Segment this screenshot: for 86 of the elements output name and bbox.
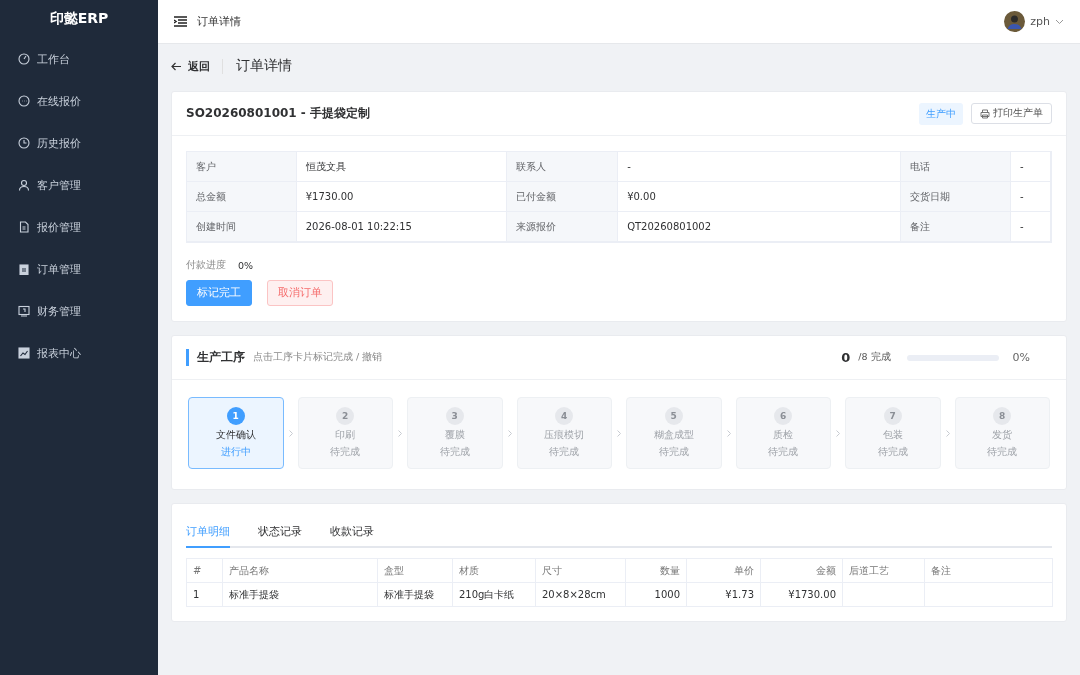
info-value: ¥0.00: [618, 182, 902, 212]
info-label: 创建时间: [187, 212, 297, 242]
step-number: 5: [664, 407, 683, 425]
table-cell: 标准手提袋: [222, 582, 378, 607]
table-cell: ¥1730.00: [760, 582, 843, 607]
step-status: 进行中: [220, 445, 251, 459]
info-label: 已付金额: [506, 182, 619, 212]
info-label: 客户: [187, 152, 297, 182]
step-status: 待完成: [768, 445, 799, 459]
column-header: 产品名称: [222, 558, 378, 583]
column-header: 数量: [625, 558, 687, 583]
step-status: 待完成: [330, 445, 361, 459]
step-status: 待完成: [877, 445, 908, 459]
step-status: 待完成: [987, 445, 1018, 459]
column-header: 盒型: [377, 558, 453, 583]
step-status: 待完成: [658, 445, 689, 459]
step-name: 印刷: [335, 428, 356, 442]
print-button[interactable]: 打印生产单: [971, 103, 1052, 124]
step-number: 4: [555, 407, 574, 425]
total-count: /8 完成: [858, 351, 891, 364]
info-value: 恒茂文具: [296, 152, 507, 182]
step-status: 待完成: [439, 445, 470, 459]
sidebar-item[interactable]: 财务管理: [0, 290, 158, 332]
header-title: 订单详情: [197, 14, 242, 29]
info-value: -: [1010, 152, 1051, 182]
section-title: 生产工序: [186, 349, 245, 366]
progress-reading: 0%: [1012, 351, 1030, 364]
table-cell: 20×8×28cm: [535, 582, 626, 607]
section-hint: 点击工序卡片标记完成 / 撤销: [253, 351, 384, 364]
info-label: 备注: [901, 212, 1011, 242]
table-cell: 标准手提袋: [377, 582, 453, 607]
order-title: SO20260801001 - 手提袋定制: [186, 105, 372, 122]
step-number: 2: [336, 407, 355, 425]
step-number: 1: [226, 407, 245, 425]
table-cell: 1: [186, 582, 223, 607]
info-value: QT20260801002: [618, 212, 902, 242]
step-number: 7: [883, 407, 902, 425]
done-count: 0: [841, 350, 851, 365]
step-name: 发货: [992, 428, 1013, 442]
column-header: 材质: [452, 558, 536, 583]
payment-label: 付款进度: [186, 259, 226, 272]
page-title: 订单详情: [236, 57, 292, 75]
user-name[interactable]: zph: [1030, 15, 1050, 28]
info-value: -: [1010, 212, 1051, 242]
app-logo: 印懿ERP: [48, 9, 110, 28]
table-cell: ¥1.73: [686, 582, 761, 607]
step-name: 文件确认: [215, 428, 256, 442]
step-card[interactable]: 1 文件确认 进行中: [188, 397, 284, 469]
sidebar-item[interactable]: 报价管理: [0, 206, 158, 248]
payment-reading: 0%: [238, 260, 254, 271]
step-number: 6: [774, 407, 793, 425]
step-status: 待完成: [549, 445, 580, 459]
column-header: 备注: [924, 558, 1053, 583]
info-label: 联系人: [506, 152, 619, 182]
column-header: 单价: [686, 558, 761, 583]
sidebar-item[interactable]: 工作台: [0, 38, 158, 80]
sidebar-item[interactable]: 历史报价: [0, 122, 158, 164]
info-value: 2026-08-01 10:22:15: [296, 212, 507, 242]
sidebar-item[interactable]: 客户管理: [0, 164, 158, 206]
sidebar-item[interactable]: 报表中心: [0, 332, 158, 374]
step-name: 覆膜: [444, 428, 465, 442]
column-header: 尺寸: [535, 558, 626, 583]
step-name: 包装: [882, 428, 903, 442]
info-value: -: [618, 152, 902, 182]
table-cell: 1000: [625, 582, 687, 607]
info-label: 电话: [901, 152, 1011, 182]
sidebar-item[interactable]: 在线报价: [0, 80, 158, 122]
sidebar-item[interactable]: 订单管理: [0, 248, 158, 290]
tab[interactable]: 状态记录: [258, 518, 302, 548]
info-label: 来源报价: [506, 212, 619, 242]
column-header: 金额: [760, 558, 843, 583]
status-tag: 生产中: [919, 102, 963, 125]
column-header: #: [186, 558, 223, 583]
step-name: 糊盒成型: [653, 428, 694, 442]
step-name: 压痕模切: [544, 428, 585, 442]
step-number: 8: [993, 407, 1012, 425]
back-link[interactable]: 返回: [171, 58, 223, 74]
info-value: ¥1730.00: [296, 182, 507, 212]
table-cell: 210g白卡纸: [452, 582, 536, 607]
step-name: 质检: [773, 428, 794, 442]
column-header: 后道工艺: [842, 558, 925, 583]
step-number: 3: [445, 407, 464, 425]
info-label: 交货日期: [901, 182, 1011, 212]
info-value: -: [1010, 182, 1051, 212]
info-label: 总金额: [187, 182, 297, 212]
tab[interactable]: 收款记录: [330, 518, 374, 548]
